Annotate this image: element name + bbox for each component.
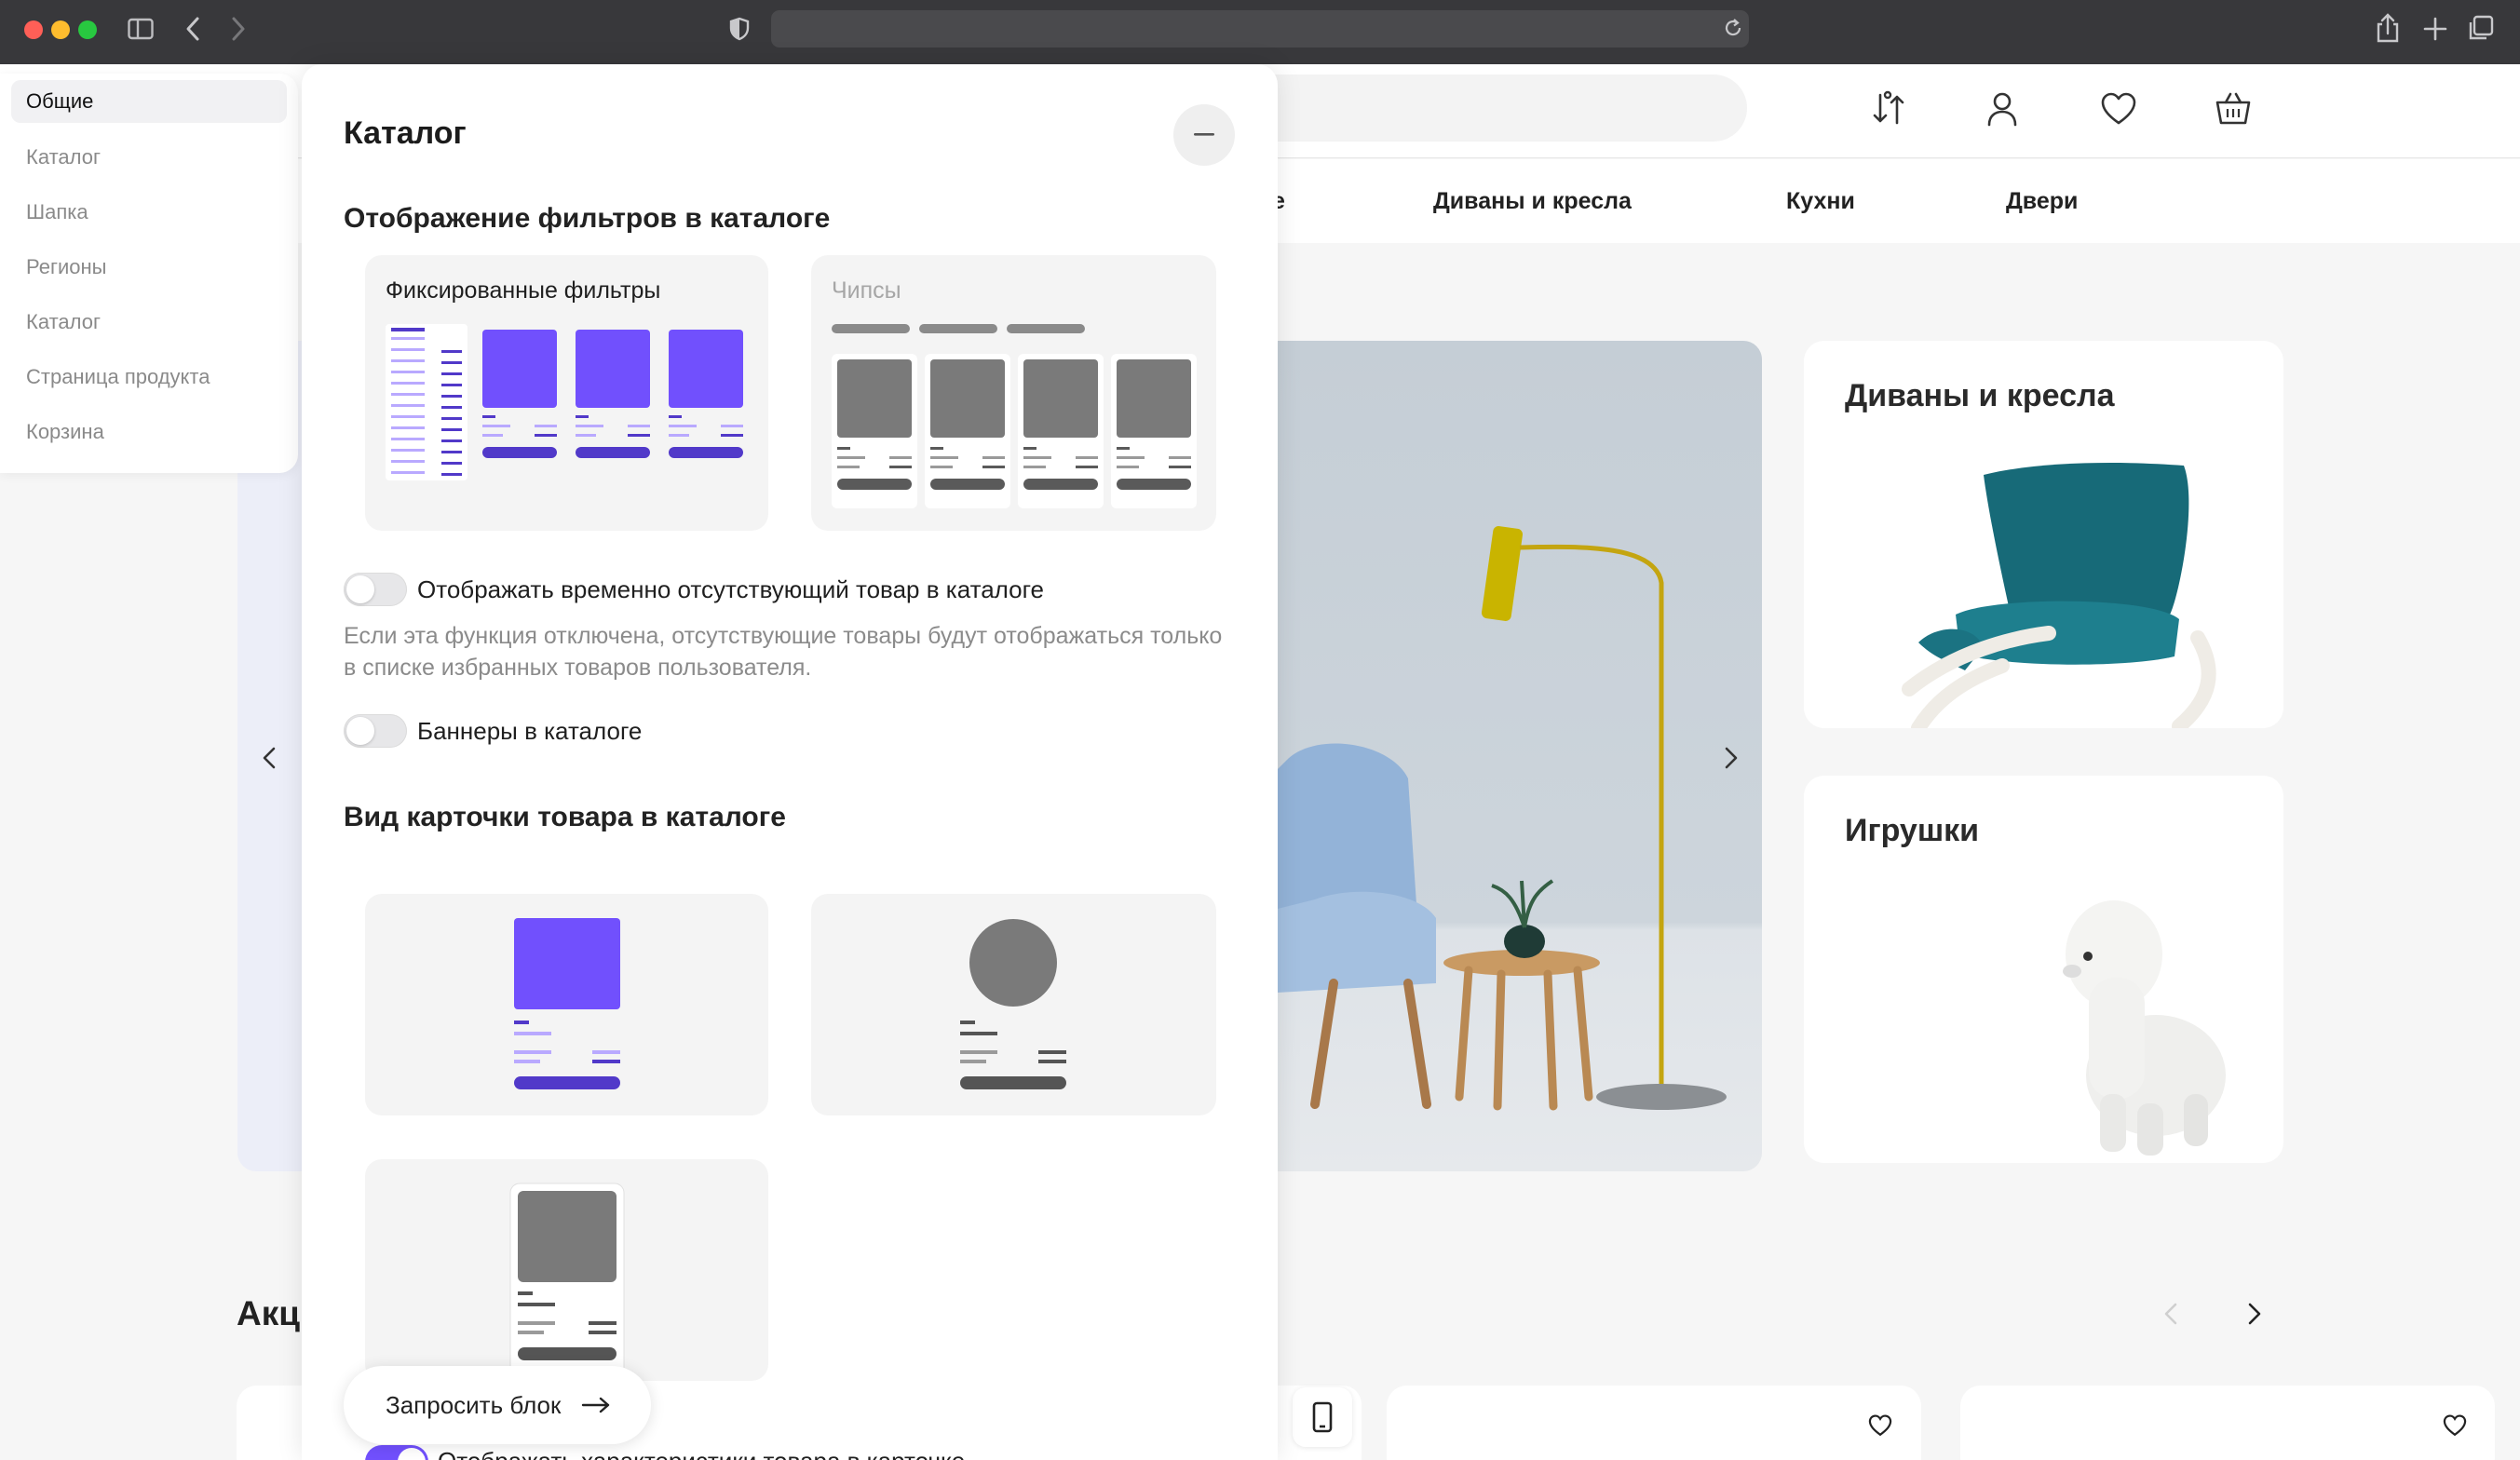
hero-next-arrow[interactable] (1712, 739, 1749, 777)
forward-icon[interactable] (229, 16, 248, 42)
out-of-stock-hint: Если эта функция отключена, отсутствующи… (344, 623, 1223, 681)
sidebar-item-header[interactable]: Шапка (11, 191, 287, 234)
alpaca-toy-image (2044, 889, 2230, 1159)
close-window-button[interactable] (24, 20, 43, 39)
card-view-option-round[interactable] (811, 894, 1216, 1115)
request-block-label: Запросить блок (386, 1390, 562, 1419)
card-view-option-standard[interactable] (365, 894, 768, 1115)
card-view-bordered-preview (509, 1183, 625, 1382)
panel-title: Каталог (344, 115, 467, 151)
filter-option-fixed-label: Фиксированные фильтры (386, 277, 661, 304)
chips-preview (832, 322, 1197, 508)
address-bar[interactable] (771, 10, 1749, 47)
reload-icon[interactable] (1723, 18, 1743, 38)
compare-icon[interactable] (1867, 88, 1910, 130)
favorites-icon[interactable] (2097, 88, 2140, 130)
sidebar-item-product-page[interactable]: Страница продукта (11, 356, 287, 399)
hero-prev-arrow[interactable] (251, 739, 289, 777)
sidebar-item-catalog-2[interactable]: Каталог (11, 301, 287, 344)
nav-item-kitchens[interactable]: Кухни (1786, 188, 1855, 215)
card-favorite-icon[interactable] (2441, 1412, 2469, 1440)
minimize-window-button[interactable] (51, 20, 70, 39)
user-icon[interactable] (1981, 88, 2024, 130)
sidebar-toggle-icon[interactable] (128, 18, 154, 40)
collapse-panel-button[interactable] (1173, 104, 1235, 166)
minus-icon (1194, 133, 1214, 136)
phone-icon (1312, 1401, 1333, 1433)
request-block-button[interactable]: Запросить блок (344, 1366, 651, 1444)
nav-item-sofas[interactable]: Диваны и кресла (1433, 188, 1632, 215)
promo-card-3[interactable] (1387, 1386, 1921, 1460)
card-view-round-preview (960, 919, 1066, 1089)
privacy-shield-icon[interactable] (728, 17, 751, 41)
filters-section-title: Отображение фильтров в каталоге (344, 203, 831, 234)
card-section-title: Вид карточки товара в каталоге (344, 802, 786, 832)
back-icon[interactable] (183, 16, 202, 42)
arrow-right-icon (582, 1397, 610, 1413)
category-title-sofas: Диваны и кресла (1845, 378, 2115, 413)
promo-card-4[interactable] (1960, 1386, 2495, 1460)
promo-section-title: Акц (237, 1294, 300, 1332)
toggle-out-of-stock-label: Отображать временно отсутствующий товар … (417, 575, 1044, 603)
toggle-catalog-banners-label: Баннеры в каталоге (417, 717, 643, 745)
mobile-view-button[interactable] (1293, 1387, 1352, 1447)
card-view-option-bordered[interactable] (365, 1159, 768, 1382)
basket-icon[interactable] (2212, 88, 2255, 130)
share-icon[interactable] (2375, 13, 2401, 43)
toggle-product-characteristics-label: Отображать характеристики товара в карто… (438, 1447, 965, 1460)
sidebar-item-regions[interactable]: Регионы (11, 246, 287, 289)
sidebar-item-cart[interactable]: Корзина (11, 411, 287, 453)
category-title-toys: Игрушки (1845, 813, 1980, 848)
sidebar-item-general[interactable]: Общие (11, 80, 287, 123)
fixed-filters-preview (386, 324, 749, 482)
promo-prev-arrow[interactable] (2153, 1295, 2190, 1332)
toggle-catalog-banners[interactable] (344, 714, 407, 748)
card-view-standard-preview (514, 918, 620, 1089)
hero-image (1278, 341, 1762, 1171)
promo-next-arrow[interactable] (2235, 1295, 2272, 1332)
filter-option-chips-label: Чипсы (832, 277, 901, 304)
nav-item-doors[interactable]: Двери (2006, 188, 2078, 215)
toggle-out-of-stock[interactable] (344, 573, 407, 606)
card-favorite-icon[interactable] (1866, 1412, 1894, 1440)
sidebar-item-catalog[interactable]: Каталог (11, 136, 287, 179)
armchair-image (1900, 456, 2235, 728)
new-tab-icon[interactable] (2423, 17, 2447, 41)
zoom-window-button[interactable] (78, 20, 97, 39)
toggle-product-characteristics[interactable] (365, 1445, 428, 1460)
tab-overview-icon[interactable] (2468, 15, 2494, 41)
